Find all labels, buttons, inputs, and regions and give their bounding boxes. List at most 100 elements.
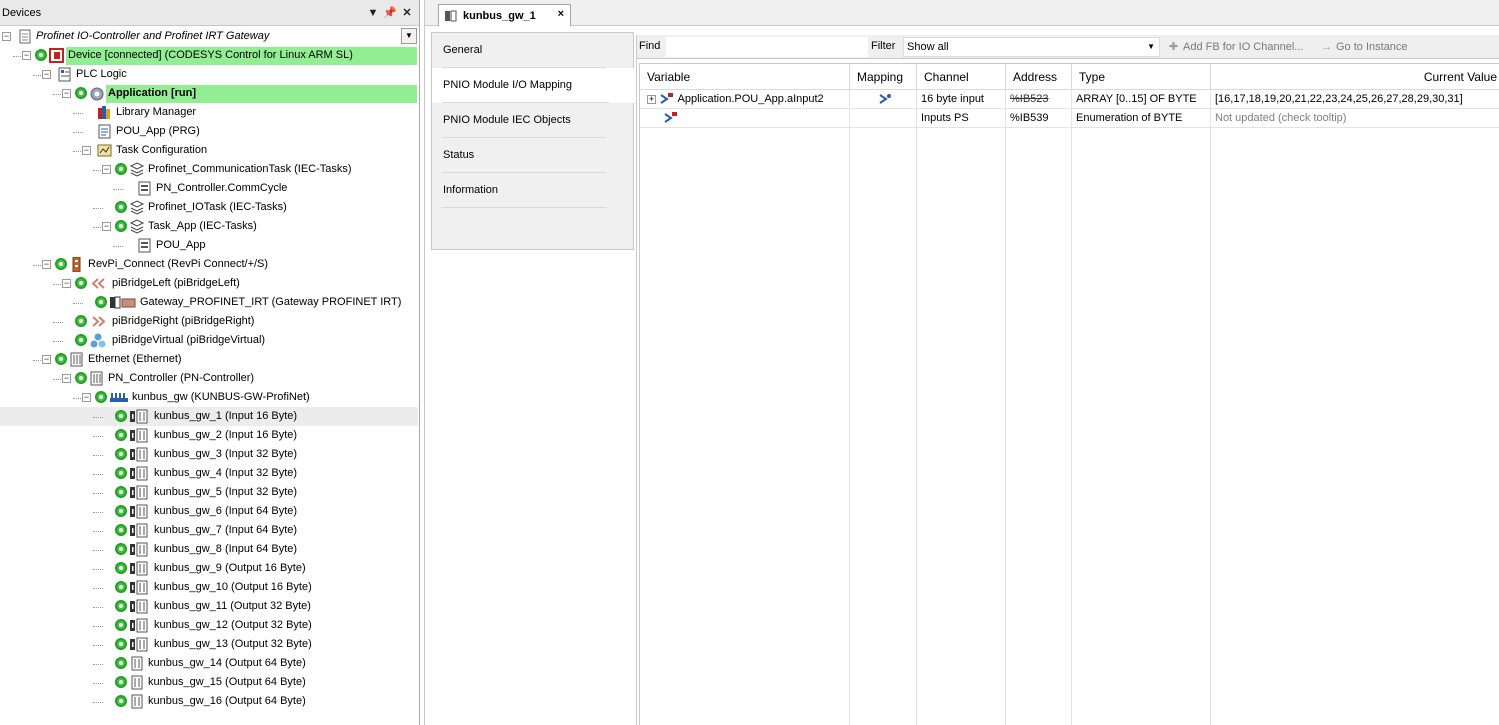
- go-to-instance-button[interactable]: → Go to Instance: [1320, 38, 1408, 56]
- pibridge-left-icon: [89, 276, 105, 291]
- tree-item[interactable]: − Application [run]: [0, 84, 418, 103]
- dropdown-arrow-icon[interactable]: ▼: [366, 6, 380, 20]
- collapse-icon[interactable]: −: [62, 279, 71, 288]
- side-tab-io-mapping[interactable]: PNIO Module I/O Mapping: [432, 68, 635, 103]
- column-header-mapping[interactable]: Mapping: [850, 64, 917, 90]
- table-row-mapping[interactable]: [850, 90, 917, 109]
- tree-item[interactable]: kunbus_gw_8 (Input 64 Byte): [0, 540, 418, 559]
- tree-connector: [93, 683, 103, 684]
- collapse-icon[interactable]: −: [82, 146, 91, 155]
- tree-item[interactable]: − Task Configuration: [0, 141, 418, 160]
- tree-item[interactable]: kunbus_gw_9 (Output 16 Byte): [0, 559, 418, 578]
- side-tab-label: PNIO Module I/O Mapping: [443, 79, 573, 91]
- go-to-icon: →: [1321, 41, 1332, 53]
- tree-item[interactable]: kunbus_gw_11 (Output 32 Byte): [0, 597, 418, 616]
- column-divider: [849, 90, 850, 725]
- io-module-plain-icon: [129, 656, 145, 671]
- tree-item[interactable]: kunbus_gw_12 (Output 32 Byte): [0, 616, 418, 635]
- tree-item[interactable]: kunbus_gw_14 (Output 64 Byte): [0, 654, 418, 673]
- pin-icon[interactable]: 📌: [383, 6, 397, 20]
- tree-item[interactable]: − Profinet_CommunicationTask (IEC-Tasks): [0, 160, 418, 179]
- filter-select[interactable]: Show all ▼: [903, 37, 1160, 57]
- table-row-address: %IB523: [1006, 90, 1072, 109]
- status-running-icon: [95, 296, 107, 308]
- collapse-icon[interactable]: −: [62, 374, 71, 383]
- tree-item[interactable]: kunbus_gw_6 (Input 64 Byte): [0, 502, 418, 521]
- tree-item[interactable]: kunbus_gw_1 (Input 16 Byte): [0, 407, 418, 426]
- collapse-icon[interactable]: −: [42, 70, 51, 79]
- expand-icon[interactable]: +: [647, 94, 656, 104]
- collapse-icon[interactable]: −: [42, 355, 51, 364]
- tree-item[interactable]: kunbus_gw_5 (Input 32 Byte): [0, 483, 418, 502]
- tree-item-label: PLC Logic: [76, 68, 127, 80]
- tree-item[interactable]: kunbus_gw_4 (Input 32 Byte): [0, 464, 418, 483]
- tree-item[interactable]: Library Manager: [0, 103, 418, 122]
- column-header-type[interactable]: Type: [1072, 64, 1211, 90]
- tree-item[interactable]: kunbus_gw_15 (Output 64 Byte): [0, 673, 418, 692]
- status-running-icon: [115, 562, 127, 574]
- tree-connector: [93, 417, 103, 418]
- column-header-address[interactable]: Address: [1006, 64, 1072, 90]
- side-tab-label: General: [443, 44, 483, 56]
- tree-item[interactable]: piBridgeVirtual (piBridgeVirtual): [0, 331, 418, 350]
- side-tab-general[interactable]: General: [432, 33, 632, 68]
- table-row-mapping[interactable]: [850, 109, 917, 128]
- tree-item-label: kunbus_gw_2 (Input 16 Byte): [154, 429, 298, 441]
- status-running-icon: [75, 372, 87, 384]
- tree-item[interactable]: Gateway_PROFINET_IRT (Gateway PROFINET I…: [0, 293, 418, 312]
- tree-item[interactable]: kunbus_gw_3 (Input 32 Byte): [0, 445, 418, 464]
- collapse-icon[interactable]: −: [42, 260, 51, 269]
- add-fb-button[interactable]: ✚ Add FB for IO Channel...: [1167, 38, 1304, 56]
- side-tab-label: Information: [443, 184, 499, 196]
- devices-panel-header: Devices ▼ 📌 ✕: [0, 0, 419, 26]
- tree-item-label: kunbus_gw_3 (Input 32 Byte): [154, 448, 298, 460]
- close-tab-icon[interactable]: ×: [558, 8, 564, 20]
- tree-connector: [73, 113, 83, 114]
- io-module-icon: [129, 447, 148, 462]
- find-input[interactable]: [666, 37, 868, 57]
- tree-item[interactable]: − kunbus_gw (KUNBUS-GW-ProfiNet): [0, 388, 418, 407]
- tree-item[interactable]: − PLC Logic: [0, 65, 418, 84]
- side-tab-status[interactable]: Status: [432, 138, 632, 173]
- column-header-channel[interactable]: Channel: [917, 64, 1006, 90]
- table-row-variable[interactable]: [640, 109, 850, 128]
- table-row-channel: 16 byte input: [917, 90, 1006, 109]
- tree-item[interactable]: kunbus_gw_16 (Output 64 Byte): [0, 692, 418, 711]
- tree-item-label: Profinet IO-Controller and Profinet IRT …: [36, 30, 270, 42]
- collapse-icon[interactable]: −: [102, 165, 111, 174]
- collapse-icon[interactable]: −: [82, 393, 91, 402]
- tree-item[interactable]: − RevPi_Connect (RevPi Connect/+/S): [0, 255, 418, 274]
- tree-item[interactable]: − Profinet IO-Controller and Profinet IRT…: [0, 27, 418, 46]
- column-header-current-value[interactable]: Current Value: [1211, 64, 1499, 90]
- collapse-icon[interactable]: −: [22, 51, 31, 60]
- collapse-icon[interactable]: −: [2, 32, 11, 41]
- column-divider: [1005, 90, 1006, 725]
- device-tree-dropdown-button[interactable]: ▼: [401, 28, 417, 44]
- tree-item[interactable]: Profinet_IOTask (IEC-Tasks): [0, 198, 418, 217]
- tree-item[interactable]: − PN_Controller (PN-Controller): [0, 369, 418, 388]
- tree-item[interactable]: kunbus_gw_13 (Output 32 Byte): [0, 635, 418, 654]
- tree-item[interactable]: PN_Controller.CommCycle: [0, 179, 418, 198]
- tree-item[interactable]: − Ethernet (Ethernet): [0, 350, 418, 369]
- editor-tab-label: kunbus_gw_1: [463, 9, 536, 22]
- tree-item[interactable]: POU_App: [0, 236, 418, 255]
- side-tab-iec-objects[interactable]: PNIO Module IEC Objects: [432, 103, 632, 138]
- tree-item[interactable]: − piBridgeLeft (piBridgeLeft): [0, 274, 418, 293]
- close-icon[interactable]: ✕: [400, 6, 414, 20]
- tree-item[interactable]: kunbus_gw_2 (Input 16 Byte): [0, 426, 418, 445]
- tree-item[interactable]: piBridgeRight (piBridgeRight): [0, 312, 418, 331]
- column-header-variable[interactable]: Variable: [640, 64, 850, 90]
- task-configuration-icon: [97, 143, 113, 158]
- collapse-icon[interactable]: −: [102, 222, 111, 231]
- tree-item[interactable]: kunbus_gw_10 (Output 16 Byte): [0, 578, 418, 597]
- tree-item[interactable]: − Task_App (IEC-Tasks): [0, 217, 418, 236]
- side-tab-information[interactable]: Information: [432, 173, 632, 208]
- collapse-icon[interactable]: −: [62, 89, 71, 98]
- table-row-variable[interactable]: + Application.POU_App.aInput2: [640, 90, 850, 109]
- editor-tab-kunbus-gw-1[interactable]: kunbus_gw_1 ×: [438, 4, 571, 26]
- io-module-icon: [129, 618, 148, 633]
- tree-item[interactable]: kunbus_gw_7 (Input 64 Byte): [0, 521, 418, 540]
- tree-item[interactable]: POU_App (PRG): [0, 122, 418, 141]
- tree-connector: [93, 607, 103, 608]
- tree-item[interactable]: − Device [connected] (CODESYS Control for…: [0, 46, 418, 65]
